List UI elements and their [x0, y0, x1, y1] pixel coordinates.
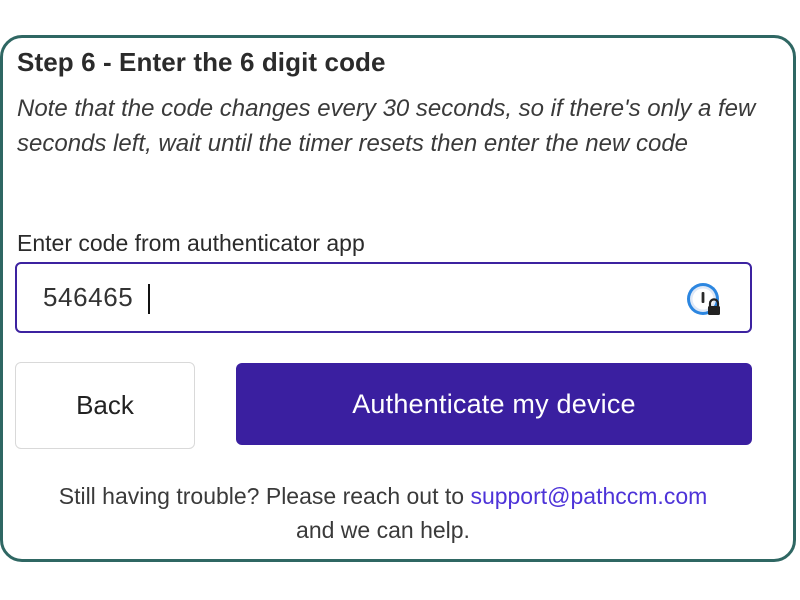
authenticate-device-button[interactable]: Authenticate my device: [236, 363, 752, 445]
help-prefix: Still having trouble? Please reach out t…: [58, 483, 465, 509]
step-title: Step 6 - Enter the 6 digit code: [17, 47, 386, 77]
help-suffix: and we can help.: [296, 517, 470, 543]
step-note: Note that the code changes every 30 seco…: [17, 95, 756, 157]
text-caret: [148, 284, 150, 314]
code-field[interactable]: [15, 262, 752, 333]
code-field-label: Enter code from authenticator app: [17, 230, 365, 256]
back-button[interactable]: Back: [15, 362, 195, 449]
support-email-link[interactable]: support@pathccm.com: [470, 483, 707, 509]
code-input[interactable]: [43, 264, 663, 331]
password-manager-lock-icon[interactable]: [683, 278, 727, 322]
two-factor-card: Step 6 - Enter the 6 digit code Note tha…: [0, 35, 796, 562]
help-message: Still having trouble? Please reach out t…: [3, 479, 763, 547]
